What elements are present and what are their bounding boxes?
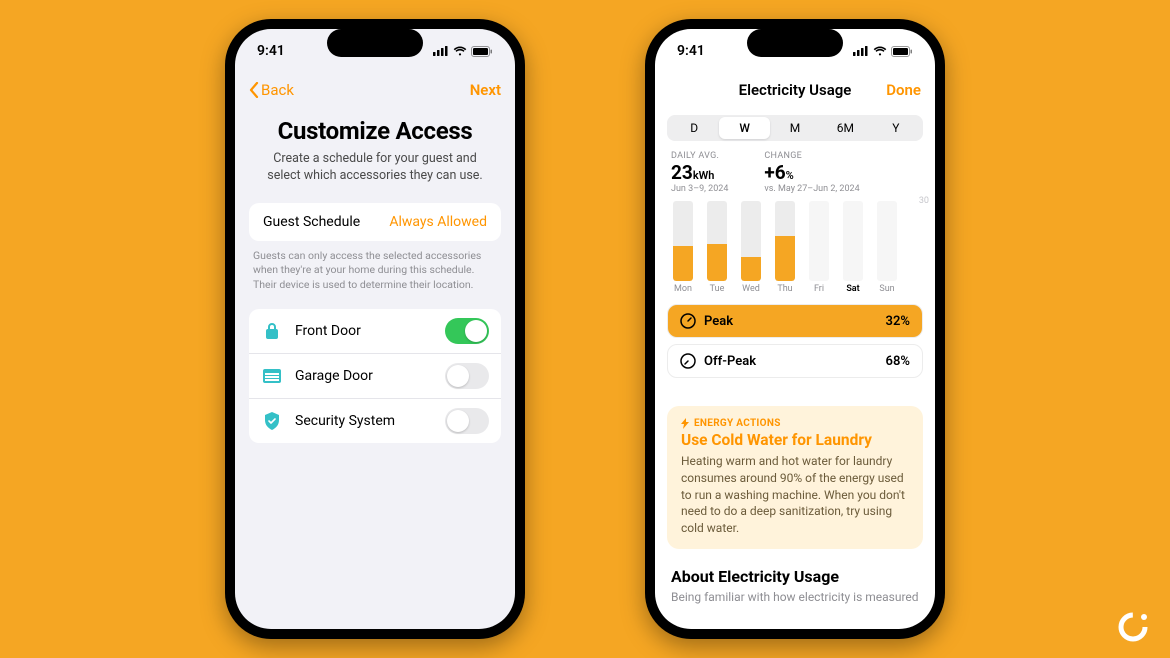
avg-value: 23	[671, 161, 693, 184]
shield-icon	[261, 410, 283, 432]
accessory-label: Front Door	[295, 323, 445, 339]
gauge-icon	[680, 353, 696, 369]
peak-row[interactable]: Peak 32%	[667, 304, 923, 338]
usage-chart: 30 Mon Tue Wed Thu Fri Sat Sun	[655, 196, 935, 296]
segmented-wrap: DWM6MY	[655, 107, 935, 147]
battery-icon	[471, 46, 493, 57]
phone-right: 9:41 Electricity Usage Done DWM6MY DAILY…	[645, 19, 945, 639]
avg-caption: DAILY AVG.	[671, 151, 728, 161]
bar-mon[interactable]: Mon	[671, 201, 695, 294]
accessory-row-garage: Garage Door	[249, 354, 501, 399]
status-time: 9:41	[677, 43, 705, 59]
accessory-row-security: Security System	[249, 399, 501, 443]
time-range-segmented: DWM6MY	[667, 115, 923, 141]
bar-sun[interactable]: Sun	[875, 201, 899, 294]
offpeak-row[interactable]: Off-Peak 68%	[667, 344, 923, 378]
change-period: vs. May 27–Jun 2, 2024	[764, 184, 859, 194]
signal-icon	[853, 46, 869, 56]
page-subtitle: Create a schedule for your guest and sel…	[249, 151, 501, 185]
lock-icon	[261, 320, 283, 342]
split-rows: Peak 32% Off-Peak 68%	[655, 296, 935, 386]
status-icons	[433, 46, 493, 57]
status-time: 9:41	[257, 43, 285, 59]
bar-wed[interactable]: Wed	[739, 201, 763, 294]
schedule-label: Guest Schedule	[263, 214, 360, 230]
toggle-garage[interactable]	[445, 363, 489, 389]
bar-label: Wed	[742, 284, 760, 294]
about-section: About Electricity Usage Being familiar w…	[655, 557, 935, 604]
watermark-icon	[1116, 610, 1150, 644]
wifi-icon	[453, 46, 467, 56]
page-title: Customize Access	[249, 117, 501, 145]
signal-icon	[433, 46, 449, 56]
nav-bar: Electricity Usage Done	[655, 73, 935, 107]
help-text: Guests can only access the selected acce…	[249, 249, 501, 293]
bar-label: Sun	[879, 284, 894, 294]
tip-kicker-text: ENERGY ACTIONS	[694, 418, 781, 429]
stats-row: DAILY AVG. 23kWh Jun 3–9, 2024 CHANGE +6…	[655, 147, 935, 196]
schedule-value: Always Allowed	[389, 214, 487, 230]
next-button[interactable]: Next	[470, 81, 501, 99]
change-block: CHANGE +6% vs. May 27–Jun 2, 2024	[764, 151, 859, 194]
accessories-list: Front Door Garage Door Security System	[249, 309, 501, 443]
peak-value: 32%	[886, 314, 910, 329]
bar-label: Thu	[777, 284, 792, 294]
bar-thu[interactable]: Thu	[773, 201, 797, 294]
content: Customize Access Create a schedule for y…	[235, 107, 515, 443]
accessory-row-front-door: Front Door	[249, 309, 501, 354]
tip-headline: Use Cold Water for Laundry	[681, 431, 909, 449]
notch	[327, 29, 423, 57]
toggle-security[interactable]	[445, 408, 489, 434]
phone-left: 9:41 Back Next Customize Access Create a…	[225, 19, 525, 639]
bar-label: Sat	[846, 284, 859, 294]
bar-tue[interactable]: Tue	[705, 201, 729, 294]
bar-label: Mon	[674, 284, 692, 294]
change-caption: CHANGE	[764, 151, 859, 161]
accessory-label: Garage Door	[295, 368, 445, 384]
back-label: Back	[261, 81, 294, 99]
offpeak-value: 68%	[886, 354, 910, 369]
accessory-label: Security System	[295, 413, 445, 429]
tip-kicker: ENERGY ACTIONS	[681, 418, 909, 429]
offpeak-label: Off-Peak	[704, 354, 756, 369]
bar-fri[interactable]: Fri	[807, 201, 831, 294]
bar-label: Fri	[814, 284, 824, 294]
toggle-front-door[interactable]	[445, 318, 489, 344]
status-icons	[853, 46, 913, 57]
bar-label: Tue	[710, 284, 725, 294]
bar-sat[interactable]: Sat	[841, 201, 865, 294]
battery-icon	[891, 46, 913, 57]
done-button[interactable]: Done	[886, 81, 921, 99]
avg-period: Jun 3–9, 2024	[671, 184, 728, 194]
segment-Y[interactable]: Y	[871, 117, 921, 139]
change-value: +6	[764, 161, 785, 184]
change-unit: %	[786, 169, 794, 182]
chevron-left-icon	[249, 82, 259, 98]
y-max-label: 30	[919, 196, 929, 206]
gauge-icon	[680, 313, 696, 329]
nav-bar: Back Next	[235, 73, 515, 107]
peak-label: Peak	[704, 314, 733, 329]
guest-schedule-row[interactable]: Guest Schedule Always Allowed	[249, 203, 501, 241]
daily-avg-block: DAILY AVG. 23kWh Jun 3–9, 2024	[671, 151, 728, 194]
back-button[interactable]: Back	[249, 81, 294, 99]
segment-6M[interactable]: 6M	[820, 117, 870, 139]
notch	[747, 29, 843, 57]
about-title: About Electricity Usage	[671, 567, 919, 586]
avg-unit: kWh	[693, 169, 715, 182]
garage-icon	[261, 365, 283, 387]
segment-W[interactable]: W	[719, 117, 769, 139]
about-body: Being familiar with how electricity is m…	[671, 590, 919, 604]
segment-M[interactable]: M	[770, 117, 820, 139]
segment-D[interactable]: D	[669, 117, 719, 139]
wifi-icon	[873, 46, 887, 56]
page-title: Electricity Usage	[739, 81, 852, 99]
energy-tip-card[interactable]: ENERGY ACTIONS Use Cold Water for Laundr…	[667, 406, 923, 549]
tip-body: Heating warm and hot water for laundry c…	[681, 453, 909, 537]
bolt-icon	[681, 418, 690, 429]
